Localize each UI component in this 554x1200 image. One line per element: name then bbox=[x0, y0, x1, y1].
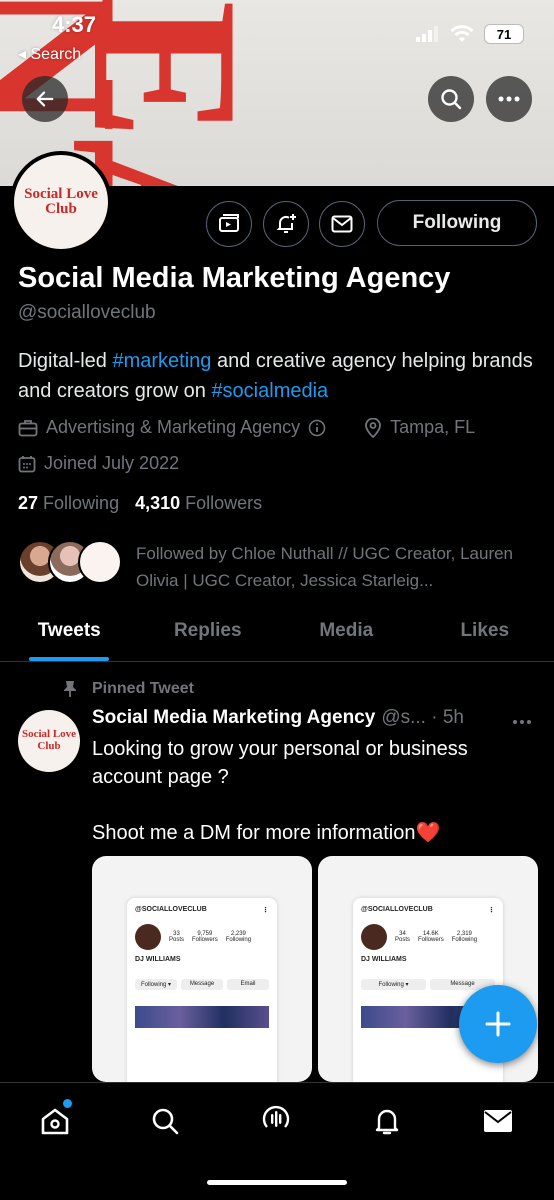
tweet-media-image[interactable]: @SOCIALLOVECLUB ⋮ 33 Posts 9,759 Followers … bbox=[92, 856, 312, 1082]
search-icon bbox=[441, 89, 462, 110]
preview-followers: 9,759 Followers bbox=[192, 931, 218, 943]
preview-account: @SOCIALLOVECLUB bbox=[135, 906, 207, 913]
bell-icon bbox=[375, 1109, 399, 1135]
system-indicators: 71 bbox=[416, 24, 524, 44]
follower-avatar bbox=[78, 540, 122, 584]
profile-joined-date: Joined July 2022 bbox=[44, 453, 180, 473]
tweet-more-button[interactable] bbox=[512, 708, 532, 731]
profile-tabs: Tweets Replies Media Likes bbox=[0, 610, 554, 662]
preview-avatar bbox=[135, 924, 161, 950]
back-button[interactable] bbox=[22, 76, 68, 122]
follow-counts: 27 Following 4,310 Followers bbox=[18, 493, 262, 514]
preview-following: 2,319 Following bbox=[451, 931, 478, 943]
following-count-link[interactable]: 27 Following bbox=[18, 493, 119, 514]
profile-avatar[interactable]: Social Love Club bbox=[10, 151, 112, 253]
home-icon bbox=[41, 1108, 69, 1135]
envelope-icon bbox=[331, 215, 353, 233]
back-to-search-link[interactable]: ◂ Search bbox=[18, 44, 81, 64]
arrow-left-icon bbox=[36, 91, 54, 107]
search-icon bbox=[152, 1108, 179, 1135]
search-button[interactable] bbox=[428, 76, 474, 122]
pinned-label: Pinned Tweet bbox=[92, 680, 194, 697]
followers-label: Followers bbox=[185, 493, 263, 513]
followed-by-text: Followed by Chloe Nuthall // UGC Creator… bbox=[136, 544, 514, 590]
preview-followers: 14.6K Followers bbox=[418, 931, 444, 943]
profile-name: Social Media Marketing Agency bbox=[18, 262, 451, 294]
bio-text-1: Digital-led bbox=[18, 350, 113, 372]
tweet-text-line1: Looking to grow your personal or busines… bbox=[92, 738, 468, 788]
calendar-icon bbox=[18, 455, 36, 472]
tweet-text-line2: Shoot me a DM for more information❤️ bbox=[92, 822, 441, 844]
tab-media[interactable]: Media bbox=[277, 610, 416, 661]
bottom-navigation bbox=[0, 1082, 554, 1200]
plus-icon bbox=[485, 1011, 511, 1037]
subscriptions-button[interactable] bbox=[206, 201, 252, 247]
following-label: Following bbox=[43, 493, 120, 513]
followers-count: 4,310 bbox=[135, 493, 181, 513]
preview-following: 2,239 Following bbox=[225, 931, 252, 943]
profile-bio: Digital-led #marketing and creative agen… bbox=[18, 346, 538, 406]
compose-tweet-button[interactable] bbox=[459, 985, 537, 1063]
wifi-icon bbox=[450, 25, 474, 42]
ellipsis-icon bbox=[498, 96, 520, 102]
nav-home[interactable] bbox=[35, 1099, 75, 1141]
media-ticket-icon bbox=[219, 214, 239, 232]
following-button[interactable]: Following bbox=[377, 200, 537, 246]
profile-meta-row: Advertising & Marketing Agency Tampa, FL bbox=[18, 417, 475, 438]
briefcase-icon bbox=[18, 419, 38, 436]
avatar-logo-line2: Club bbox=[45, 201, 77, 217]
avatar-logo-line1: Social Love bbox=[24, 186, 98, 202]
hashtag-socialmedia-link[interactable]: #socialmedia bbox=[211, 380, 328, 402]
signal-icon bbox=[416, 26, 438, 42]
tweet-text: Looking to grow your personal or busines… bbox=[92, 735, 532, 847]
preview-posts: 33 Posts bbox=[169, 931, 185, 943]
notifications-toggle-button[interactable] bbox=[263, 201, 309, 247]
profile-category[interactable]: Advertising & Marketing Agency bbox=[46, 417, 300, 438]
status-time: 4:37 bbox=[52, 12, 97, 37]
nav-explore[interactable] bbox=[145, 1101, 185, 1141]
followed-by-section[interactable]: Followed by Chloe Nuthall // UGC Creator… bbox=[18, 540, 526, 594]
home-indicator bbox=[207, 1180, 347, 1185]
nav-notifications[interactable] bbox=[367, 1101, 407, 1141]
nav-spaces[interactable] bbox=[256, 1101, 296, 1141]
ellipsis-icon bbox=[513, 720, 531, 724]
preview-grid bbox=[135, 1006, 269, 1028]
following-count: 27 bbox=[18, 493, 39, 513]
more-options-button[interactable] bbox=[486, 76, 532, 122]
microphone-icon bbox=[262, 1105, 290, 1128]
preview-account: @SOCIALLOVECLUB bbox=[361, 906, 433, 913]
tweet-avatar-line2: Club bbox=[37, 740, 61, 752]
notification-dot bbox=[63, 1099, 72, 1108]
info-icon[interactable] bbox=[308, 419, 326, 437]
tab-replies[interactable]: Replies bbox=[139, 610, 278, 661]
status-bar: 4:37 ◂ Search 71 bbox=[0, 0, 554, 70]
preview-avatar bbox=[361, 924, 387, 950]
hashtag-marketing-link[interactable]: #marketing bbox=[112, 350, 211, 372]
bell-plus-icon bbox=[276, 214, 296, 233]
nav-messages[interactable] bbox=[478, 1101, 518, 1141]
followers-count-link[interactable]: 4,310 Followers bbox=[135, 493, 262, 514]
screenshot-preview: @SOCIALLOVECLUB ⋮ 33 Posts 9,759 Followers … bbox=[127, 898, 277, 1082]
avatar-logo: Social Love Club bbox=[14, 155, 108, 249]
tab-likes[interactable]: Likes bbox=[416, 610, 554, 661]
tweet-author-name[interactable]: Social Media Marketing Agency bbox=[92, 707, 375, 729]
tweet-author-avatar[interactable]: Social Love Club bbox=[18, 710, 80, 772]
tab-tweets[interactable]: Tweets bbox=[0, 610, 139, 661]
preview-posts: 34 Posts bbox=[395, 931, 411, 943]
profile-location: Tampa, FL bbox=[390, 417, 476, 437]
tweet-handle-time: @s... · 5h bbox=[381, 707, 464, 728]
pinned-indicator: Pinned Tweet bbox=[62, 680, 194, 698]
battery-indicator: 71 bbox=[484, 24, 524, 44]
preview-name: DJ WILLIAMS bbox=[135, 956, 181, 963]
envelope-icon bbox=[484, 1110, 512, 1132]
profile-handle: @socialloveclub bbox=[18, 302, 156, 323]
profile-joined-row: Joined July 2022 bbox=[18, 453, 179, 474]
location-pin-icon bbox=[365, 417, 382, 438]
tweet-header: Social Media Marketing Agency @s... · 5h bbox=[92, 707, 464, 729]
message-button[interactable] bbox=[319, 201, 365, 247]
preview-name: DJ WILLIAMS bbox=[361, 956, 407, 963]
pin-icon bbox=[64, 681, 76, 697]
